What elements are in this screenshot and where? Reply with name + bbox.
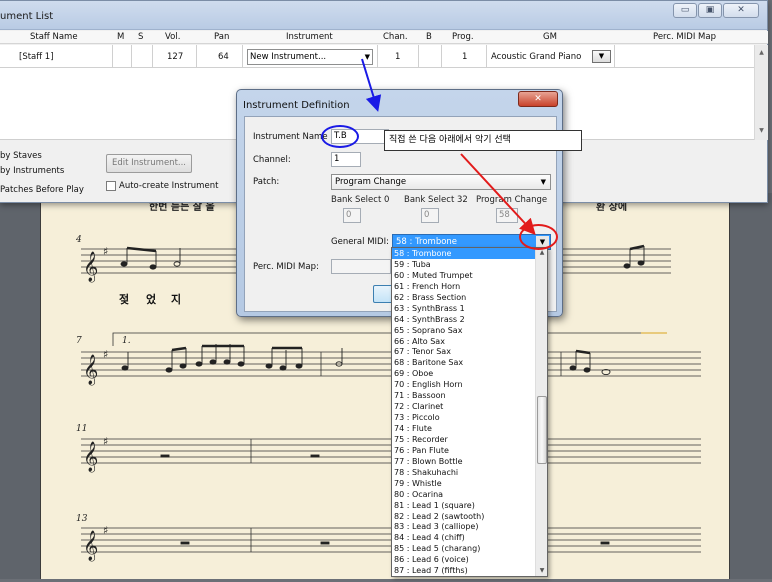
annotation-red-arrow bbox=[460, 153, 536, 235]
annotation-blue-arrow bbox=[361, 58, 382, 112]
annotation-arrows bbox=[361, 58, 536, 235]
